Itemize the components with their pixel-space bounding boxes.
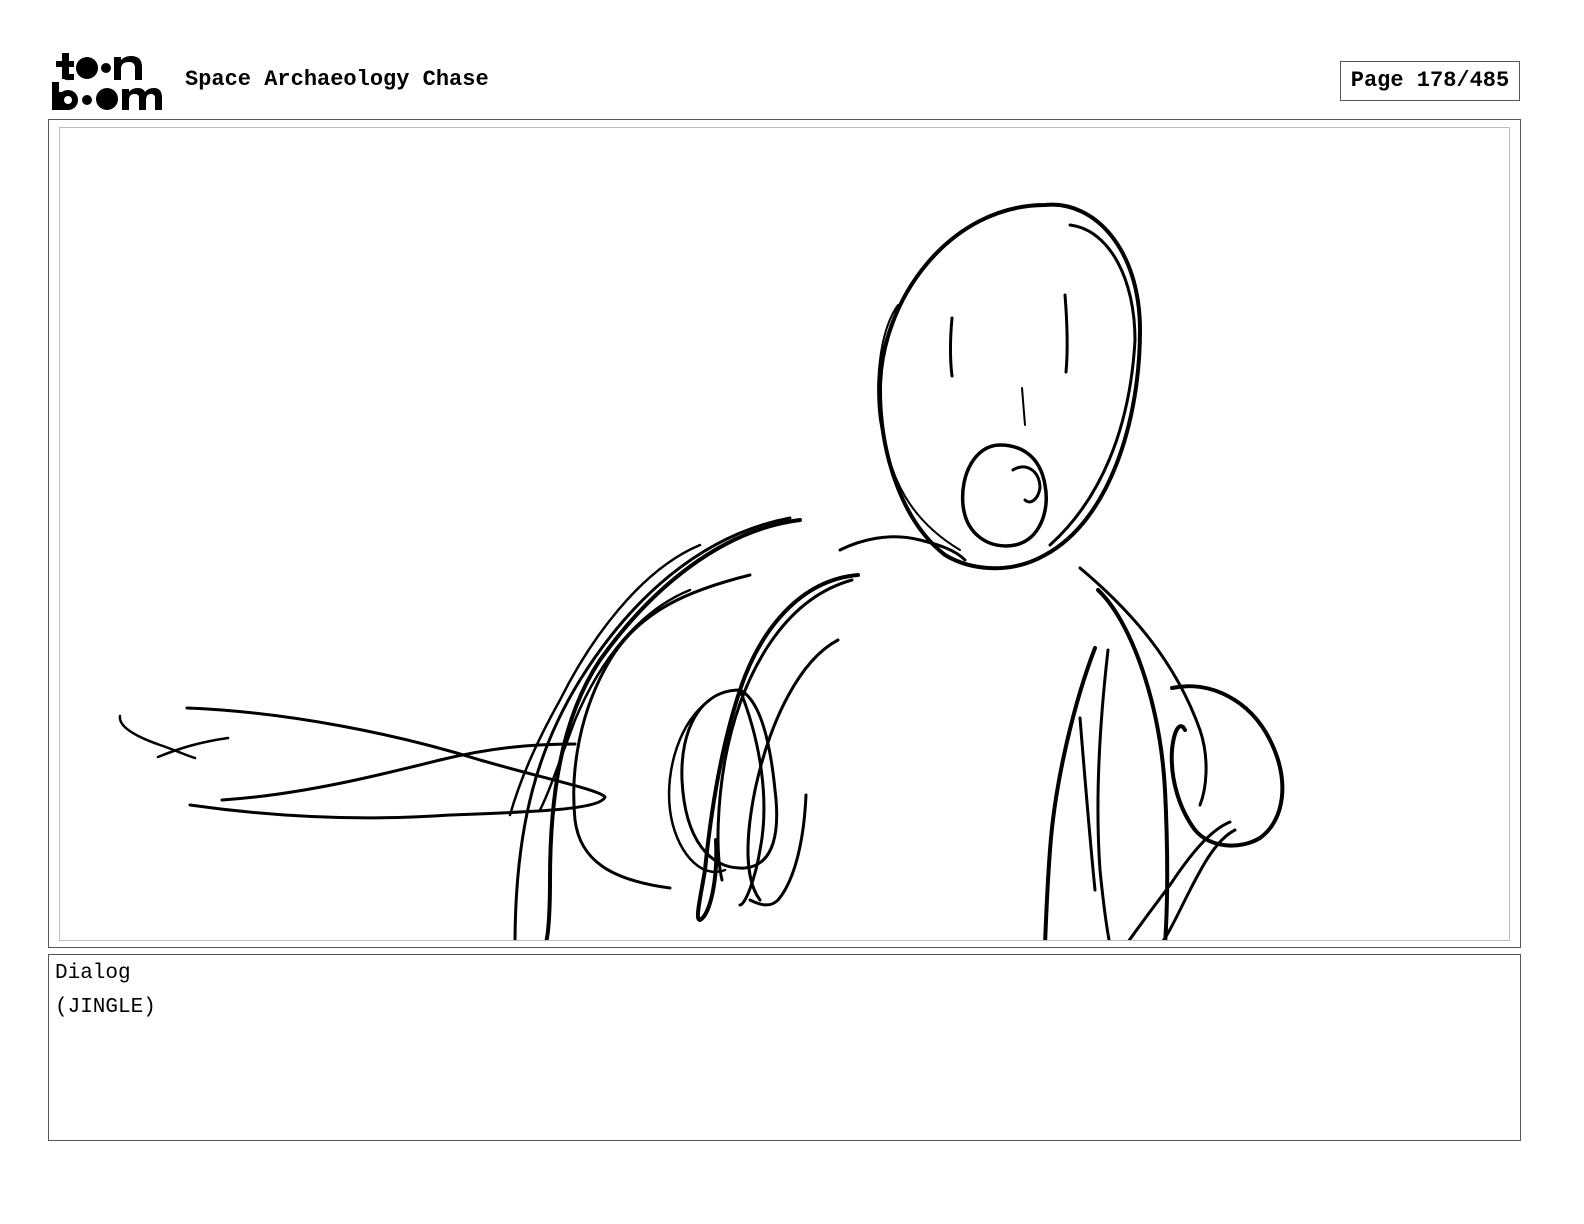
dialog-text: (JINGLE) xyxy=(55,996,156,1019)
toon-boom-logo xyxy=(50,50,164,112)
storyboard-panel[interactable] xyxy=(59,127,1510,941)
dialog-box[interactable]: Dialog (JINGLE) xyxy=(48,954,1521,1141)
dialog-label: Dialog xyxy=(55,962,131,985)
project-title: Space Archaeology Chase xyxy=(185,67,489,92)
page-indicator: Page 178/485 xyxy=(1340,61,1520,101)
sketch-drawing xyxy=(118,202,1285,940)
